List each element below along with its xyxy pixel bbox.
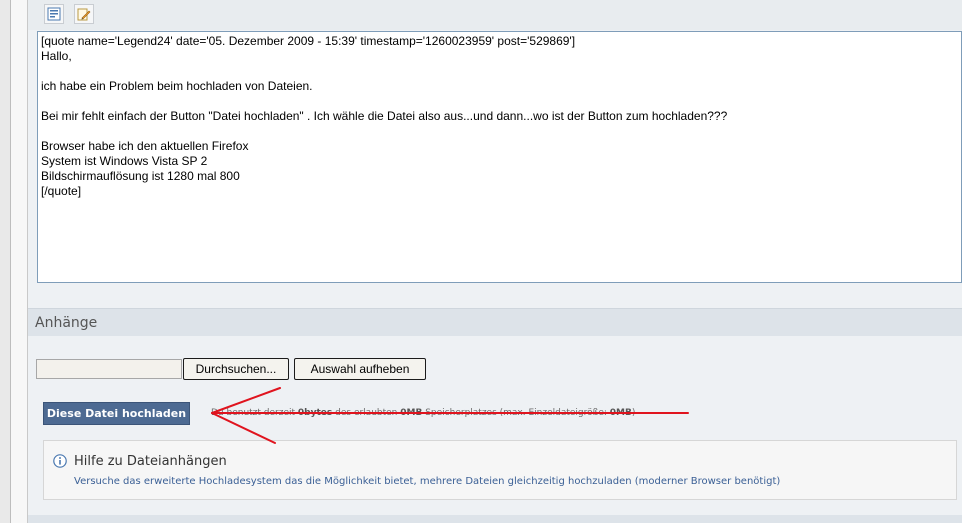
edit-button[interactable] <box>74 4 94 24</box>
editor-toolbar <box>28 0 962 30</box>
file-path-input[interactable] <box>36 359 182 379</box>
source-view-icon <box>47 7 61 21</box>
source-view-button[interactable] <box>44 4 64 24</box>
attachment-help-box: Hilfe zu Dateianhängen Versuche das erwe… <box>43 440 957 500</box>
storage-quota-text: Du benutzt derzeit 0bytes des erlaubten … <box>211 408 636 418</box>
help-title: Hilfe zu Dateianhängen <box>74 454 227 469</box>
upload-file-button[interactable]: Diese Datei hochladen <box>43 402 190 425</box>
attachments-title: Anhänge <box>35 315 98 331</box>
edit-icon <box>77 8 91 21</box>
post-editor-textarea[interactable]: [quote name='Legend24' date='05. Dezembe… <box>37 31 962 283</box>
advanced-uploader-link[interactable]: Versuche das erweiterte Hochladesystem d… <box>74 476 780 487</box>
info-icon <box>53 454 67 468</box>
left-gutter <box>0 0 10 523</box>
attachments-header: Anhänge <box>28 308 962 336</box>
reply-panel: [quote name='Legend24' date='05. Dezembe… <box>28 0 962 523</box>
left-strip <box>11 0 27 523</box>
clear-selection-button[interactable]: Auswahl aufheben <box>294 358 426 380</box>
bottom-strip <box>28 515 962 523</box>
browse-button[interactable]: Durchsuchen... <box>183 358 289 380</box>
